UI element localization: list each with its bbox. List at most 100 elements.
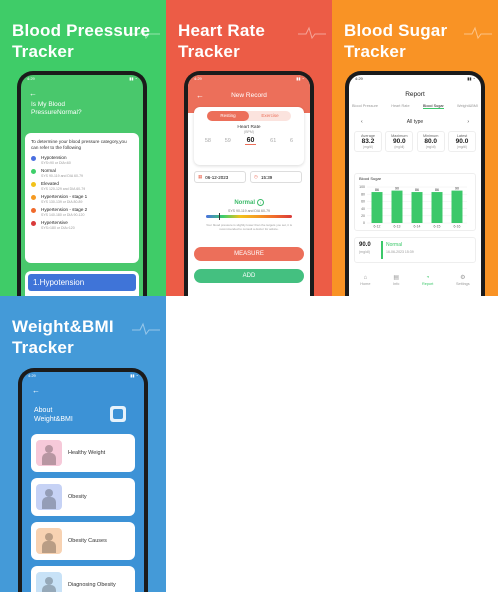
stat-value: 90.0 xyxy=(393,138,406,145)
phone-screen: 4:29 ▮▮ ◔ Report Blood Pressure Heart Rate… xyxy=(349,75,481,296)
stat-card: Average 83.2 (mg/dl) xyxy=(354,131,382,152)
date-field[interactable]: ▦ 06-12-2023 xyxy=(194,171,246,183)
tab-report[interactable]: Heart Rate xyxy=(391,104,409,109)
status-bar: 4:29 ▮▮ ◔ xyxy=(28,373,138,378)
tab-exercise[interactable]: Exercise xyxy=(249,111,291,121)
mode-toggle: Resting Exercise xyxy=(207,111,291,121)
bp-level-range: SYS 120-129 and DIA 60-79 xyxy=(41,186,86,191)
tab-report[interactable]: Blood Sugar xyxy=(422,104,444,109)
panel-weight-bmi: Weight&BMI Tracker 4:29 ▮▮ ◔ ← About Weig… xyxy=(0,296,166,592)
bar-data-label: 86 xyxy=(415,188,419,192)
chevron-right-icon[interactable]: › xyxy=(467,119,469,125)
unit-label: (BPM) xyxy=(244,130,254,134)
measure-button[interactable]: MEASURE xyxy=(194,247,304,261)
bp-level-name: Hypertension - stage 1 xyxy=(41,194,88,199)
value-picker[interactable]: 58 59 60 61 6 xyxy=(194,137,304,145)
panel-title: Weight&BMI Tracker xyxy=(12,317,114,357)
status-range: SYS 90-119 and DIA 60-79 xyxy=(228,209,270,213)
x-tick-label: 6-12 xyxy=(373,225,380,229)
tab-report[interactable]: Blood Pressure xyxy=(352,104,378,109)
figure-shape xyxy=(42,497,56,509)
weight-bmi-item[interactable]: Healthy Weight xyxy=(31,434,135,472)
sugar-bar xyxy=(371,192,383,223)
chevron-left-icon[interactable]: ‹ xyxy=(361,119,363,125)
status-bar: 4:29 ▮▮ ◔ xyxy=(194,76,304,81)
bp-level-row[interactable]: Hypertension - stage 1 SYS 130-139 or DIA… xyxy=(31,194,133,204)
bp-level-row[interactable]: Hypotension SYS<90 or DIA<60 xyxy=(31,155,133,165)
nav-item[interactable]: ⌂ Home xyxy=(360,275,370,286)
figure-shape xyxy=(42,541,56,553)
panel-title: Heart Rate Tracker xyxy=(178,21,266,61)
nav-item[interactable]: ◔ Report xyxy=(422,275,433,286)
stat-card: Maximum 90.0 (mg/dl) xyxy=(385,131,414,152)
nav-item[interactable]: ⚙ Settings xyxy=(456,275,470,286)
record-unit: (mg/dl) xyxy=(359,250,370,254)
stats-row: Average 83.2 (mg/dl) Maximum 90.0 (mg/dl) Mini… xyxy=(349,131,481,152)
picker-value[interactable]: 58 xyxy=(205,138,211,144)
back-arrow-icon[interactable]: ← xyxy=(29,89,37,98)
filter-label[interactable]: All type xyxy=(407,119,423,125)
sugar-bar xyxy=(431,192,443,223)
level-dot-icon xyxy=(31,208,36,213)
y-tick-label: 0 xyxy=(363,221,365,225)
panel-blood-pressure: Blood Preessure Tracker 4:29 ▮▮ ◔ ← Is My… xyxy=(0,0,166,296)
healthy-weight-icon xyxy=(36,440,62,466)
panel-blood-sugar: Blood Sugar Tracker 4:29 ▮▮ ◔ Report Bloo… xyxy=(332,0,498,296)
bar-data-label: 86 xyxy=(375,188,379,192)
ecg-line-icon xyxy=(298,26,326,40)
stat-value: 83.2 xyxy=(361,138,375,145)
bp-intro-text: To determine your blood pressure categor… xyxy=(31,139,127,150)
bp-level-text: Hypertensive SYS>180 or DIA>120 xyxy=(41,220,75,230)
tab-report[interactable]: Weight&BMI xyxy=(457,104,478,109)
stat-card: Latest 90.0 (mg/dl) xyxy=(447,131,476,152)
bp-level-row[interactable]: Elevated SYS 120-129 and DIA 60-79 xyxy=(31,181,133,191)
picker-value[interactable]: 6 xyxy=(290,138,293,144)
nav-item[interactable]: ▤ Info xyxy=(393,275,399,286)
weight-bmi-item[interactable]: Obesity xyxy=(31,478,135,516)
phone-screen: 4:29 ▮▮ ◔ ← New Record Resting Exercise H… xyxy=(188,75,310,296)
tab-resting[interactable]: Resting xyxy=(207,111,249,121)
figure-shape xyxy=(45,445,53,453)
bp-selected-card[interactable]: 1.Hypotension xyxy=(25,271,139,296)
figure-shape xyxy=(45,489,53,497)
picker-value[interactable]: 61 xyxy=(270,138,276,144)
picker-value-selected[interactable]: 60 xyxy=(244,137,257,145)
level-dot-icon xyxy=(31,182,36,187)
phone-frame: 4:29 ▮▮ ◔ ← About Weight&BMI Healthy Weig… xyxy=(18,368,148,592)
figure-shape xyxy=(45,533,53,541)
weight-bmi-item[interactable]: Diagnosing Obesity xyxy=(31,566,135,592)
back-arrow-icon[interactable]: ← xyxy=(32,386,40,395)
range-scale xyxy=(206,213,292,220)
bp-level-text: Normal SYS 90-119 and DIA 60-79 xyxy=(41,168,83,178)
info-icon[interactable]: i xyxy=(256,199,264,206)
chart-card: Blood Sugar 100 80 60 40 20 0 86 6-12 90 6-13 86 6-… xyxy=(354,173,476,231)
ecg-line-icon xyxy=(464,26,492,40)
sugar-bar xyxy=(411,192,423,223)
stat-unit: (mg/dl) xyxy=(425,145,436,149)
bp-level-row[interactable]: Hypertensive SYS>180 or DIA>120 xyxy=(31,220,133,230)
page-title: Is My Blood PressureNormal? xyxy=(31,101,82,116)
figure-shape xyxy=(45,577,53,585)
record-card[interactable]: 90.0 (mg/dl) Normal 16-06-2023 15:39 xyxy=(354,237,476,263)
figure-shape xyxy=(42,585,56,592)
y-tick-label: 60 xyxy=(361,200,365,204)
time-field[interactable]: ◷ 15:39 xyxy=(250,171,302,183)
hypotension-item[interactable]: 1.Hypotension xyxy=(28,274,136,291)
bp-level-row[interactable]: Hypertension - stage 2 SYS 140-180 or DIA… xyxy=(31,207,133,217)
bp-level-range: SYS>180 or DIA>120 xyxy=(41,225,75,230)
bp-level-text: Hypotension SYS<90 or DIA<60 xyxy=(41,155,71,165)
bp-level-name: Hypotension xyxy=(41,155,67,160)
add-button[interactable]: ADD xyxy=(194,269,304,283)
weight-bmi-item[interactable]: Obesity Causes xyxy=(31,522,135,560)
obesity-causes-icon xyxy=(36,528,62,554)
stat-unit: (mg/dl) xyxy=(363,145,373,149)
bp-category-card: To determine your blood pressure categor… xyxy=(25,133,139,263)
bp-level-text: Elevated SYS 120-129 and DIA 60-79 xyxy=(41,181,85,191)
bp-level-text: Hypertension - stage 1 SYS 130-139 or DIA… xyxy=(41,194,87,204)
picker-value[interactable]: 59 xyxy=(225,138,231,144)
bp-level-row[interactable]: Normal SYS 90-119 and DIA 60-79 xyxy=(31,168,133,178)
status-bar: 4:29 ▮▮ ◔ xyxy=(355,76,475,81)
x-tick-label: 6-13 xyxy=(393,225,400,229)
diagnosing-obesity-icon xyxy=(36,572,62,592)
bp-level-list: Hypotension SYS<90 or DIA<60 Normal SYS 90-… xyxy=(31,155,133,230)
